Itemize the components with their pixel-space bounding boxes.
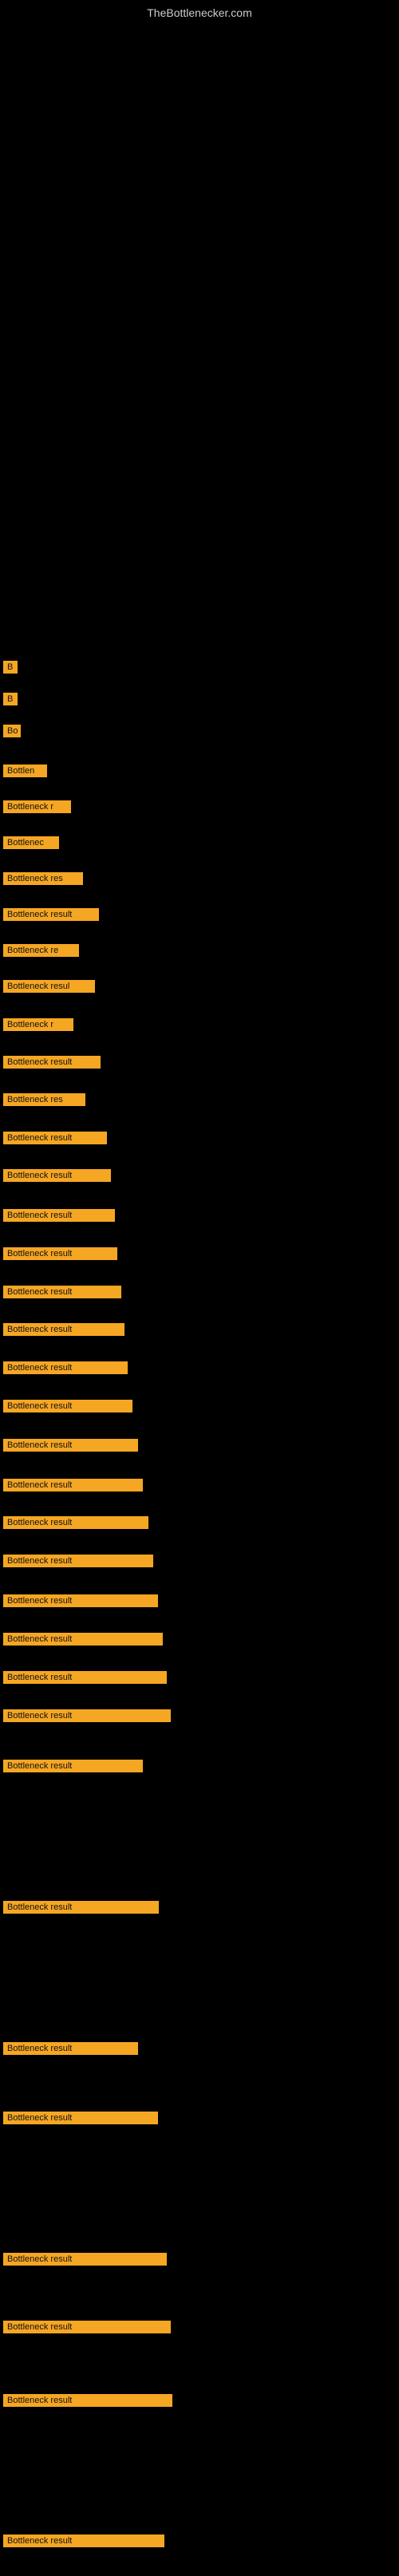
bottleneck-label: Bottleneck result <box>3 1633 163 1646</box>
bottleneck-label: Bottleneck result <box>3 908 99 921</box>
list-item: Bottleneck result <box>3 1555 153 1567</box>
bottleneck-label: Bottleneck result <box>3 2321 171 2333</box>
site-title: TheBottlenecker.com <box>0 0 399 22</box>
site-header: TheBottlenecker.com <box>0 0 399 22</box>
list-item: Bottleneck result <box>3 2394 172 2407</box>
list-item: Bottleneck result <box>3 1286 121 1298</box>
list-item: Bottleneck res <box>3 1093 85 1106</box>
list-item: Bottleneck result <box>3 1361 128 1374</box>
bottleneck-label: Bottleneck res <box>3 872 83 885</box>
list-item: Bottleneck result <box>3 1594 158 1607</box>
bottleneck-label: Bottleneck result <box>3 1479 143 1491</box>
bottleneck-label: Bottleneck result <box>3 1516 148 1529</box>
rows-container: B B Bo Bottlen Bottleneck r Bottlenec Bottlene… <box>0 278 399 2576</box>
bottleneck-label: Bottlen <box>3 765 47 777</box>
bottleneck-label: B <box>3 693 18 705</box>
bottleneck-label: Bottleneck re <box>3 944 79 957</box>
list-item: B <box>3 661 18 674</box>
bottleneck-label: Bottleneck result <box>3 2042 138 2055</box>
bottleneck-label: Bottleneck result <box>3 2112 158 2124</box>
bottleneck-label: Bottleneck result <box>3 2535 164 2547</box>
bottleneck-label: B <box>3 661 18 674</box>
bottleneck-label: Bottleneck result <box>3 1361 128 1374</box>
list-item: Bottleneck result <box>3 1479 143 1491</box>
bottleneck-label: Bottleneck r <box>3 1018 73 1031</box>
list-item: Bottleneck result <box>3 1633 163 1646</box>
list-item: Bottlen <box>3 765 47 777</box>
list-item: Bottleneck result <box>3 1400 132 1412</box>
bottleneck-label: Bottleneck r <box>3 800 71 813</box>
list-item: Bottleneck result <box>3 2042 138 2055</box>
bottleneck-label: Bottleneck result <box>3 2394 172 2407</box>
bottleneck-label: Bottleneck result <box>3 1056 101 1069</box>
list-item: Bottleneck r <box>3 1018 73 1031</box>
list-item: Bottleneck result <box>3 1056 101 1069</box>
list-item: Bottleneck result <box>3 1439 138 1452</box>
bottleneck-label: Bottleneck result <box>3 1439 138 1452</box>
list-item: Bottleneck re <box>3 944 79 957</box>
list-item: Bottleneck result <box>3 2112 158 2124</box>
list-item: Bottleneck result <box>3 1132 107 1144</box>
bottleneck-label: Bottleneck resul <box>3 980 95 993</box>
bottleneck-label: Bottleneck result <box>3 1323 124 1336</box>
list-item: Bottleneck result <box>3 2535 164 2547</box>
bottleneck-label: Bottleneck result <box>3 1247 117 1260</box>
bottleneck-label: Bottleneck result <box>3 1209 115 1222</box>
list-item: Bottleneck result <box>3 1709 171 1722</box>
bottleneck-label: Bottleneck result <box>3 1132 107 1144</box>
bottleneck-label: Bottleneck result <box>3 2253 167 2266</box>
list-item: Bo <box>3 725 21 737</box>
bottleneck-label: Bottleneck result <box>3 1760 143 1772</box>
bottleneck-label: Bottleneck result <box>3 1594 158 1607</box>
list-item: Bottlenec <box>3 836 59 849</box>
list-item: Bottleneck result <box>3 2321 171 2333</box>
list-item: Bottleneck result <box>3 2253 167 2266</box>
list-item: Bottleneck r <box>3 800 71 813</box>
bottleneck-label: Bottleneck result <box>3 1671 167 1684</box>
bottleneck-label: Bottleneck result <box>3 1709 171 1722</box>
list-item: Bottleneck result <box>3 1247 117 1260</box>
bottleneck-label: Bottleneck result <box>3 1169 111 1182</box>
list-item: Bottleneck resul <box>3 980 95 993</box>
bottleneck-label: Bottleneck res <box>3 1093 85 1106</box>
list-item: Bottleneck result <box>3 1671 167 1684</box>
bottleneck-label: Bottlenec <box>3 836 59 849</box>
list-item: Bottleneck result <box>3 1760 143 1772</box>
list-item: Bottleneck result <box>3 1516 148 1529</box>
bottleneck-label: Bottleneck result <box>3 1400 132 1412</box>
bottleneck-label: Bottleneck result <box>3 1555 153 1567</box>
bottleneck-label: Bo <box>3 725 21 737</box>
list-item: B <box>3 693 18 705</box>
bottleneck-label: Bottleneck result <box>3 1286 121 1298</box>
list-item: Bottleneck result <box>3 1901 159 1914</box>
list-item: Bottleneck result <box>3 1209 115 1222</box>
bottleneck-label: Bottleneck result <box>3 1901 159 1914</box>
list-item: Bottleneck result <box>3 908 99 921</box>
chart-area <box>0 22 399 278</box>
list-item: Bottleneck result <box>3 1169 111 1182</box>
list-item: Bottleneck result <box>3 1323 124 1336</box>
list-item: Bottleneck res <box>3 872 83 885</box>
